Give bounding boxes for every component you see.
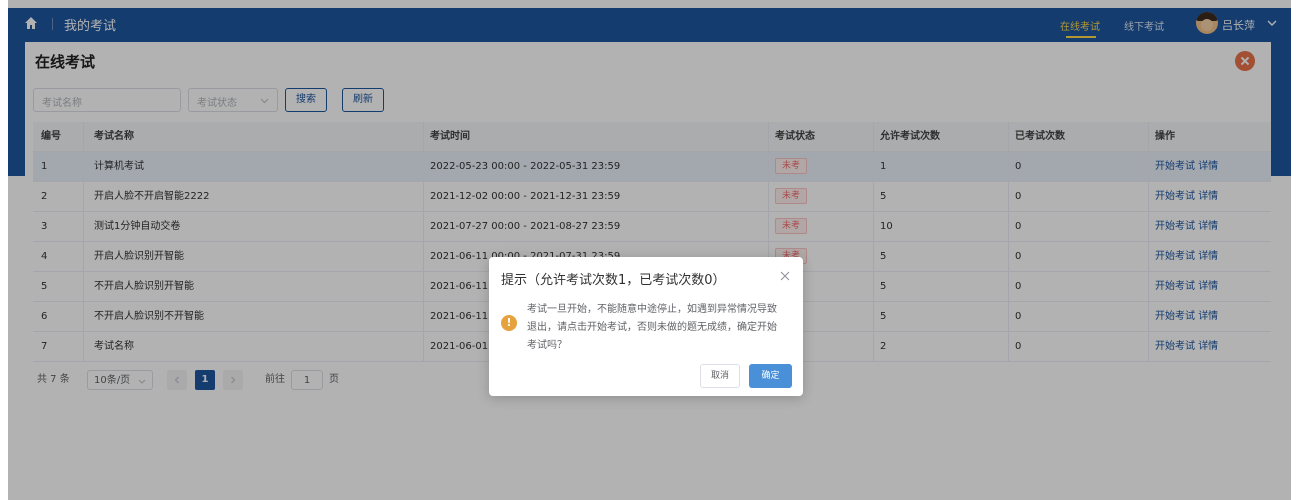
dialog-title: 提示（允许考试次数1，已考试次数0） [501,273,726,288]
close-icon[interactable] [779,270,791,282]
warning-icon: ! [501,315,517,331]
confirm-button[interactable]: 确定 [749,364,792,388]
page-margin-right [1291,0,1299,500]
dialog-message: 考试一旦开始，不能随意中途停止，如遇到异常情况导致退出，请点击开始考试，否则未做… [527,304,777,351]
confirm-dialog: 提示（允许考试次数1，已考试次数0） ! 考试一旦开始，不能随意中途停止，如遇到… [489,257,803,396]
modal-overlay[interactable] [0,0,1299,500]
page-margin-left [0,0,8,500]
cancel-button[interactable]: 取消 [700,364,740,388]
